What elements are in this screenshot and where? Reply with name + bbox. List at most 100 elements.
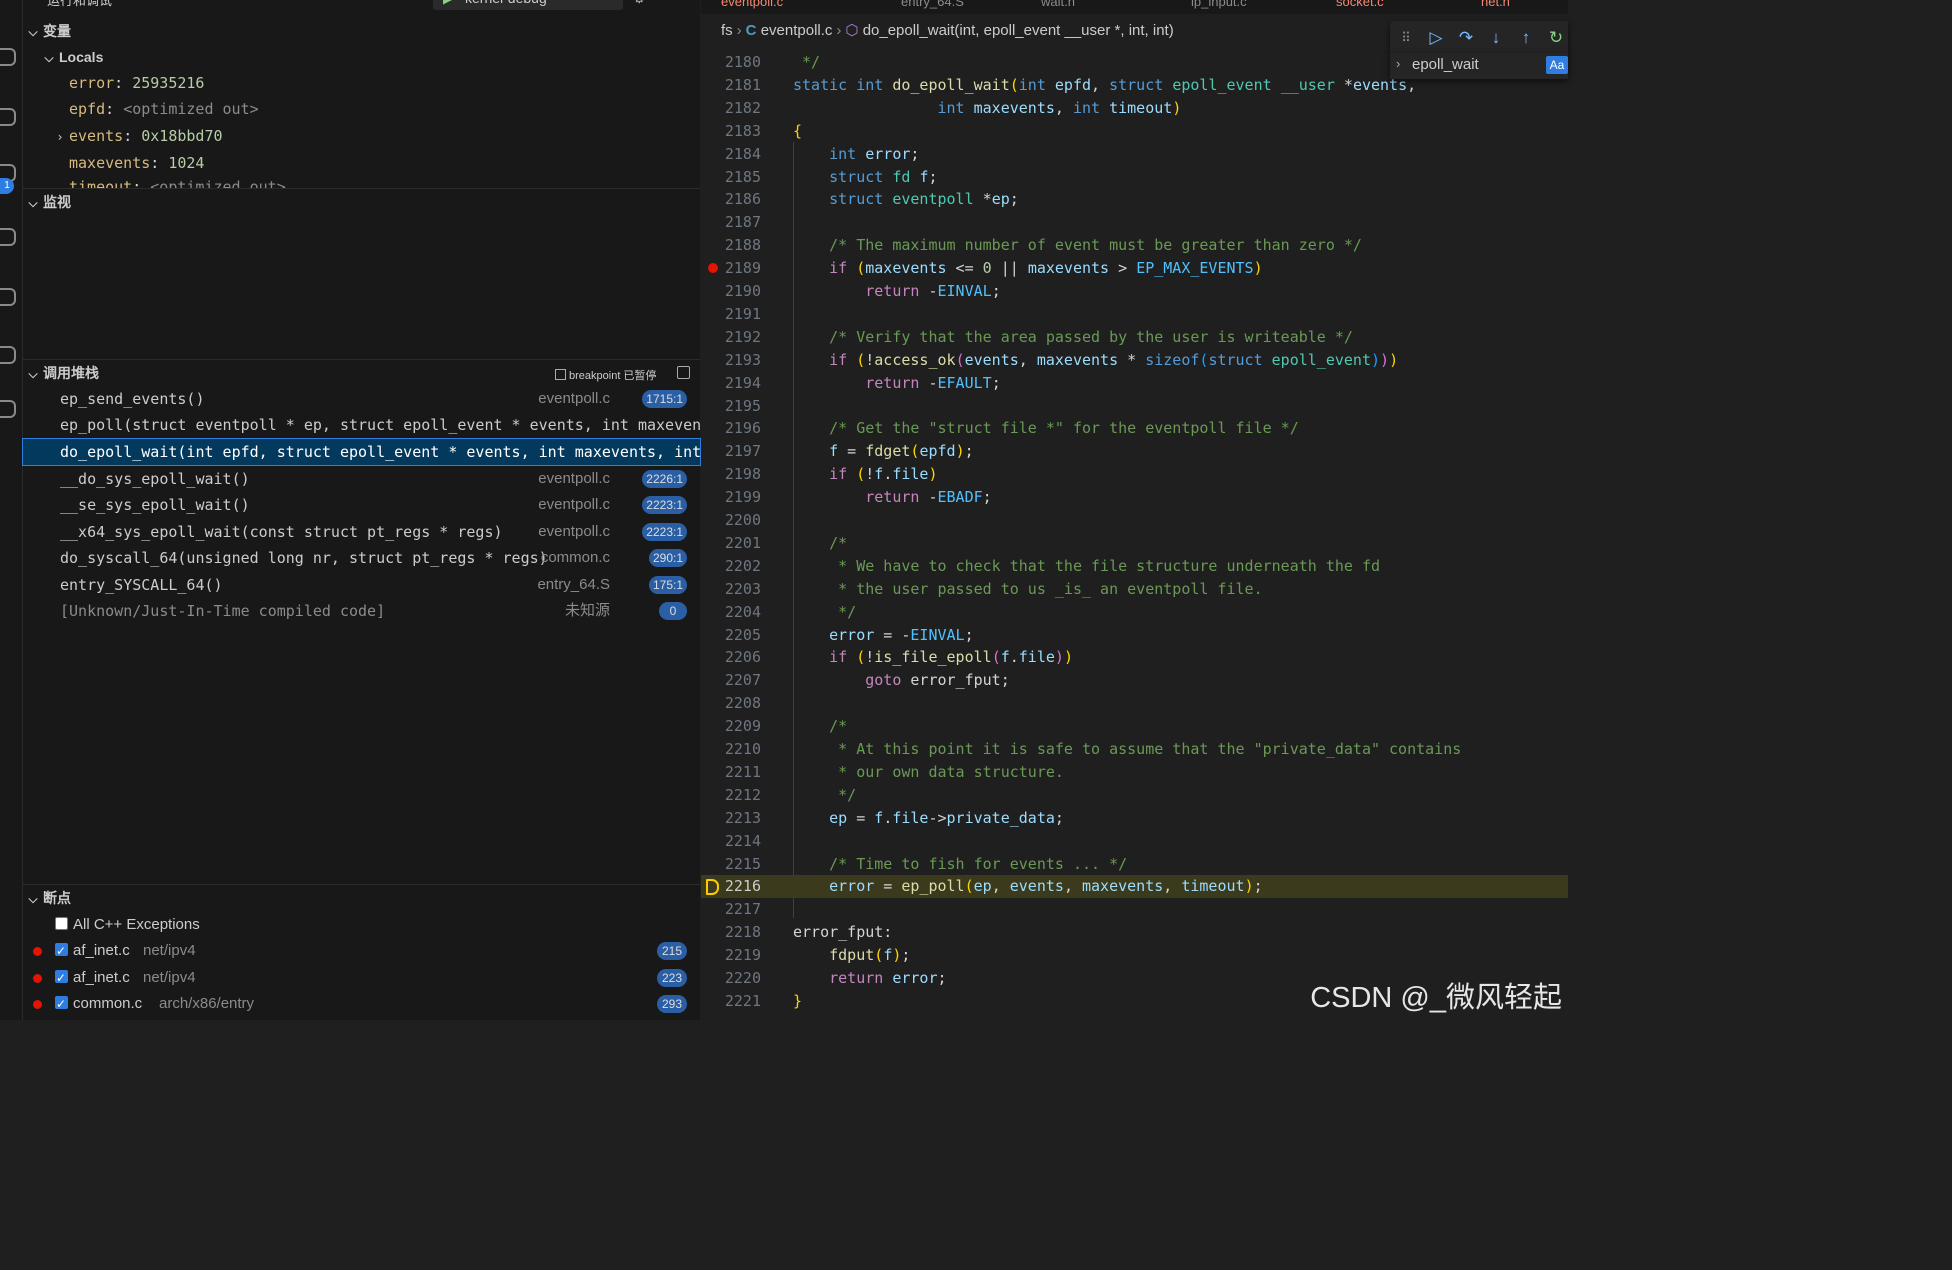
code-line[interactable]: 2198 if (!f.file) [701,463,1568,486]
find-input[interactable]: epoll_wait [1412,55,1562,75]
line-number[interactable]: 2217 [701,898,761,921]
variables-header[interactable]: ⌵ 变量 [23,18,700,44]
variable-row[interactable]: › events: 0x18bbd70 [51,123,222,149]
line-number[interactable]: 2196 [701,417,761,440]
variable-row[interactable]: error: 25935216 [69,70,204,96]
line-number[interactable]: 2208 [701,692,761,715]
stack-frame[interactable]: do_syscall_64(unsigned long nr, struct p… [23,545,700,571]
drag-handle-icon[interactable]: ⠿ [1396,28,1416,48]
code-line[interactable]: 2182 int maxevents, int timeout) [701,97,1568,120]
code-line[interactable]: 2203 * the user passed to us _is_ an eve… [701,578,1568,601]
code-line[interactable]: 2185 struct fd f; [701,166,1568,189]
code-line[interactable]: 2209 /* [701,715,1568,738]
tab-wait[interactable]: wait.h [1041,0,1075,12]
code-line[interactable]: 2204 */ [701,601,1568,624]
line-number[interactable]: 2219 [701,944,761,967]
code-line[interactable]: 2193 if (!access_ok(events, maxevents * … [701,349,1568,372]
stack-frame[interactable]: [Unknown/Just-In-Time compiled code] 未知源… [23,598,700,624]
line-number[interactable]: 2195 [701,395,761,418]
stack-frame[interactable]: ep_send_events() eventpoll.c 1715:1 [23,386,700,412]
breakpoint-item[interactable]: All C++ Exceptions [23,912,700,938]
chevron-right-icon[interactable]: › [1396,56,1400,71]
line-number[interactable]: 2190 [701,280,761,303]
line-number[interactable]: 2182 [701,97,761,120]
code-line[interactable]: 2184 int error; [701,143,1568,166]
code-line[interactable]: 2201 /* [701,532,1568,555]
code-line[interactable]: 2211 * our own data structure. [701,761,1568,784]
line-number[interactable]: 2204 [701,601,761,624]
checkbox[interactable] [55,965,68,991]
line-number[interactable]: 2184 [701,143,761,166]
breakpoint-item[interactable]: af_inet.c net/ipv4 215 [23,938,700,964]
debug-config-select[interactable]: ▶ kernel-debug [433,0,623,10]
variable-row[interactable]: maxevents: 1024 [69,150,204,176]
step-out-icon[interactable]: ↑ [1516,28,1536,48]
line-number[interactable]: 2187 [701,211,761,234]
line-number[interactable]: 2209 [701,715,761,738]
step-into-icon[interactable]: ↓ [1486,28,1506,48]
search-icon[interactable] [0,48,16,66]
tools-icon[interactable] [0,346,16,364]
watch-header[interactable]: ⌵ 监视 [23,189,700,215]
stack-frame[interactable]: __do_sys_epoll_wait() eventpoll.c 2226:1 [23,466,700,492]
line-number[interactable]: 2215 [701,853,761,876]
code-line[interactable]: 2189 if (maxevents <= 0 || maxevents > E… [701,257,1568,280]
code-line[interactable]: 2202 * We have to check that the file st… [701,555,1568,578]
code-line[interactable]: 2212 */ [701,784,1568,807]
line-number[interactable]: 2205 [701,624,761,647]
gear-icon[interactable]: ⚙ [633,0,646,7]
code-line[interactable]: 2210 * At this point it is safe to assum… [701,738,1568,761]
code-line[interactable]: 2191 [701,303,1568,326]
code-line[interactable]: 2197 f = fdget(epfd); [701,440,1568,463]
stack-frame[interactable]: __se_sys_epoll_wait() eventpoll.c 2223:1 [23,492,700,518]
tab-net[interactable]: net.h [1481,0,1510,12]
breakpoint-item[interactable]: common.c arch/x86/entry 293 [23,991,700,1017]
code-line[interactable]: 2194 return -EFAULT; [701,372,1568,395]
line-number[interactable]: 2221 [701,990,761,1013]
code-line[interactable]: 2219 fdput(f); [701,944,1568,967]
line-number[interactable]: 2180 [701,51,761,74]
line-number[interactable]: 2192 [701,326,761,349]
tab-eventpoll[interactable]: eventpoll.c [721,0,783,12]
variable-row[interactable]: epfd: <optimized out> [69,96,259,122]
code-line[interactable]: 2217 [701,898,1568,921]
line-number[interactable]: 2206 [701,646,761,669]
line-number[interactable]: 2202 [701,555,761,578]
breakpoints-header[interactable]: ⌵ 断点 [23,885,700,911]
step-over-icon[interactable]: ↷ [1456,28,1476,48]
code-line[interactable]: 2214 [701,830,1568,853]
code-line[interactable]: 2213 ep = f.file->private_data; [701,807,1568,830]
line-number[interactable]: 2188 [701,234,761,257]
code-line[interactable]: 2206 if (!is_file_epoll(f.file)) [701,646,1568,669]
line-number[interactable]: 2201 [701,532,761,555]
stack-frame[interactable]: __x64_sys_epoll_wait(const struct pt_reg… [23,519,700,545]
stack-frame[interactable]: entry_SYSCALL_64() entry_64.S 175:1 [23,572,700,598]
breadcrumb-folder[interactable]: fs [721,22,733,39]
breakpoint-item[interactable]: af_inet.c net/ipv4 223 [23,965,700,991]
line-number[interactable]: 2218 [701,921,761,944]
code-line[interactable]: 2215 /* Time to fish for events ... */ [701,853,1568,876]
code-line[interactable]: 2207 goto error_fput; [701,669,1568,692]
checkbox[interactable] [55,917,68,930]
code-line[interactable]: 2205 error = -EINVAL; [701,624,1568,647]
line-number[interactable]: 2211 [701,761,761,784]
code-line[interactable]: 2192 /* Verify that the area passed by t… [701,326,1568,349]
variable-row-clipped[interactable]: timeout: <optimized out> [69,178,469,188]
code-line[interactable]: 2187 [701,211,1568,234]
continue-icon[interactable]: ▷ [1426,28,1446,48]
docs-icon[interactable] [0,400,16,418]
line-number[interactable]: 2183 [701,120,761,143]
match-case-toggle[interactable]: Aa [1546,56,1568,74]
line-number[interactable]: 2193 [701,349,761,372]
line-number[interactable]: 2191 [701,303,761,326]
code-line[interactable]: 2196 /* Get the "struct file *" for the … [701,417,1568,440]
line-number[interactable]: 2207 [701,669,761,692]
stack-frame[interactable]: ep_poll(struct eventpoll * ep, struct ep… [23,412,700,438]
line-number[interactable]: 2198 [701,463,761,486]
checkbox[interactable] [55,991,68,1017]
collapse-all-icon[interactable] [677,366,690,379]
line-number[interactable]: 2213 [701,807,761,830]
locals-scope[interactable]: ⌵ Locals [39,44,103,70]
checkbox[interactable] [55,938,68,964]
code-line[interactable]: 2208 [701,692,1568,715]
